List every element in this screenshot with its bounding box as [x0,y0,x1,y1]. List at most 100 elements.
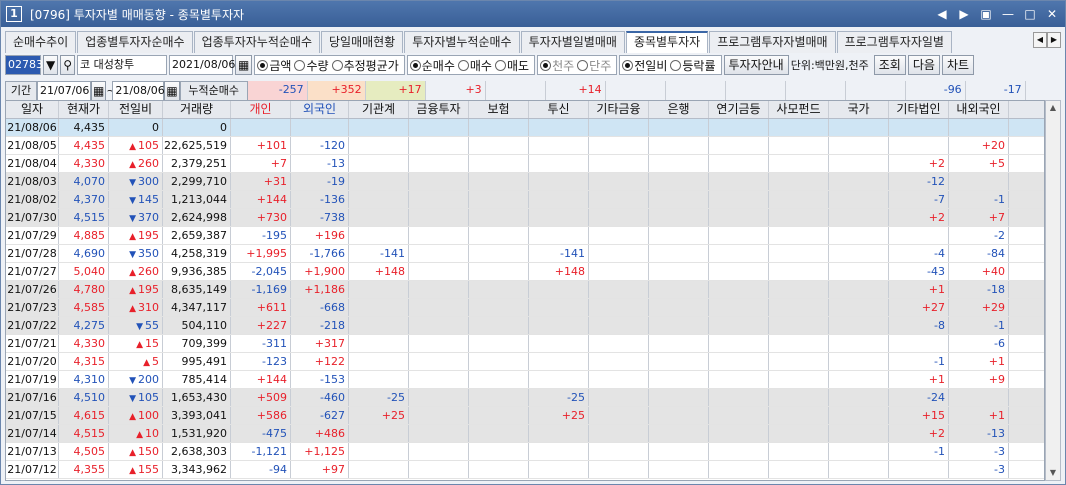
table-row[interactable]: 21/07/294,8851952,659,387-195+196 -2 [6,227,1044,245]
total-기관계: +17 [365,81,426,100]
table-row[interactable]: 21/07/124,3551553,343,962-94+97 -3 [6,461,1044,479]
radio-thousand-shares[interactable]: 천주 [540,57,574,74]
maximize-icon[interactable]: □ [1021,5,1039,23]
radio-net-buy[interactable]: 순매수 [409,57,455,74]
tab-4[interactable]: 투자자별누적순매수 [404,31,520,53]
col-header[interactable]: 외국인 [291,101,349,118]
table-row[interactable]: 21/08/024,3701451,213,044+144-136 -7-1 [6,191,1044,209]
cell-1: 4,275 [59,317,109,334]
vertical-scrollbar[interactable]: ▲ ▼ [1045,100,1061,481]
tab-scroll-left-icon[interactable]: ◀ [1033,32,1047,48]
col-header[interactable]: 기관계 [349,101,409,118]
tab-7[interactable]: 프로그램투자자별매매 [709,31,836,53]
date-input[interactable]: 2021/08/06 [169,55,235,75]
tab-8[interactable]: 프로그램투자자일별 [836,31,952,53]
investor-guide-button[interactable]: 투자자안내 [723,55,789,75]
cell-3: 995,491 [163,353,231,370]
table-row[interactable]: 21/07/234,5853104,347,117+611-668 +27+29 [6,299,1044,317]
table-row[interactable]: 21/08/06 4,435 0 0 [6,119,1044,137]
next-button[interactable]: 다음 [907,55,940,75]
tab-2[interactable]: 업종투자자누적순매수 [193,31,320,53]
table-row[interactable]: 21/07/194,310200785,414+144-153 +1+9 [6,371,1044,389]
table-row[interactable]: 21/08/034,0703002,299,710+31-19 -12 [6,173,1044,191]
cell-15 [889,461,949,478]
table-row[interactable]: 21/07/304,5153702,624,998+730-738 +2+7 [6,209,1044,227]
table-row[interactable]: 21/07/154,6151003,393,041+586-627+25+25+… [6,407,1044,425]
tab-3[interactable]: 당일매매현황 [320,31,404,53]
radio-change-rate[interactable]: 등락률 [670,57,716,74]
scroll-up-icon[interactable]: ▲ [1046,101,1060,115]
cell-16: -2 [949,227,1009,244]
col-header[interactable]: 개인 [231,101,291,118]
table-row[interactable]: 21/07/214,33015709,399-311+317 -6 [6,335,1044,353]
table-row[interactable]: 21/07/204,3155995,491-123+122 -1+1 [6,353,1044,371]
table-row[interactable]: 21/07/284,6903504,258,319+1,995-1,766-14… [6,245,1044,263]
col-header[interactable]: 금융투자 [409,101,469,118]
from-calendar-icon[interactable]: ▦ [91,80,107,101]
tab-1[interactable]: 업종별투자자순매수 [77,31,193,53]
col-header[interactable]: 기타금융 [589,101,649,118]
tab-scroll-right-icon[interactable]: ▶ [1047,32,1061,48]
col-header[interactable]: 거래량 [163,101,231,118]
stock-code-input[interactable]: 027830 [5,55,50,75]
radio-sell[interactable]: 매도 [494,57,529,74]
table-row[interactable]: 21/08/044,3302602,379,251+7-13 +2+5 [6,155,1044,173]
col-header[interactable]: 내외국인 [949,101,1009,118]
cell-11 [649,263,709,280]
radio-buy[interactable]: 매수 [457,57,492,74]
col-header[interactable]: 사모펀드 [769,101,829,118]
cell-10 [589,407,649,424]
cell-2: 10 [109,425,163,442]
radio-quantity[interactable]: 수량 [294,57,329,74]
table-row[interactable]: 21/07/264,7801958,635,149-1,169+1,186 +1-… [6,281,1044,299]
chart-button[interactable]: 차트 [941,55,975,75]
tab-6[interactable]: 종목별투자자 [625,31,709,53]
cell-16: +40 [949,263,1009,280]
radio-amount[interactable]: 금액 [257,57,291,74]
period-to-input[interactable]: 21/08/06 [112,80,165,101]
col-header[interactable]: 보험 [469,101,529,118]
col-header[interactable]: 은행 [649,101,709,118]
cell-2: 200 [109,371,163,388]
search-icon[interactable]: ⚲ [60,55,76,75]
table-row[interactable]: 21/07/164,5101051,653,430+509-460-25-25-… [6,389,1044,407]
scroll-down-icon[interactable]: ▼ [1046,466,1060,480]
close-icon[interactable]: ✕ [1043,5,1061,23]
to-calendar-icon[interactable]: ▦ [164,80,180,101]
cell-12 [709,209,769,226]
next-icon[interactable]: ▶ [955,5,973,23]
col-header[interactable]: 국가 [829,101,889,118]
radio-avg-price[interactable]: 추정평균가 [331,57,399,74]
table-row[interactable]: 21/07/134,5051502,638,303-1,121+1,125 -1-… [6,443,1044,461]
tab-5[interactable]: 투자자별일별매매 [520,31,625,53]
tab-0[interactable]: 순매수추이 [5,31,77,53]
col-header[interactable]: 투신 [529,101,589,118]
calendar-icon[interactable]: ▦ [235,55,253,75]
col-header[interactable]: 기타법인 [889,101,949,118]
period-from-input[interactable]: 21/07/06 [37,80,91,101]
code-dropdown-icon[interactable]: ▼ [43,55,59,75]
cell-10 [589,461,649,478]
screen-icon[interactable]: ▣ [977,5,995,23]
minimize-icon[interactable]: — [999,5,1017,23]
query-button[interactable]: 조회 [873,55,906,75]
table-row[interactable]: 21/07/224,27555504,110+227-218 -8-1 [6,317,1044,335]
cell-2: 105 [109,137,163,154]
table-row[interactable]: 21/07/275,0402609,936,385-2,045+1,900+14… [6,263,1044,281]
col-header[interactable]: 일자 [6,101,59,118]
radio-prev-day[interactable]: 전일비 [622,57,667,74]
cell-7 [409,191,469,208]
prev-icon[interactable]: ◀ [933,5,951,23]
table-row[interactable]: 21/07/144,515101,531,920-475+486 +2-13 [6,425,1044,443]
col-header[interactable]: 연기금등 [709,101,769,118]
cell-7 [409,389,469,406]
cell-2: 195 [109,227,163,244]
col-header[interactable]: 현재가 [59,101,109,118]
table-row[interactable]: 21/08/054,43510522,625,519+101-120 +20 [6,137,1044,155]
col-header[interactable]: 전일비 [109,101,163,118]
cell-0: 21/08/02 [6,191,59,208]
cell-5: -1,766 [291,245,349,262]
radio-single-shares[interactable]: 단주 [577,57,611,74]
stock-name-field[interactable]: 코 대성창투 [77,55,168,75]
cell-9 [529,281,589,298]
